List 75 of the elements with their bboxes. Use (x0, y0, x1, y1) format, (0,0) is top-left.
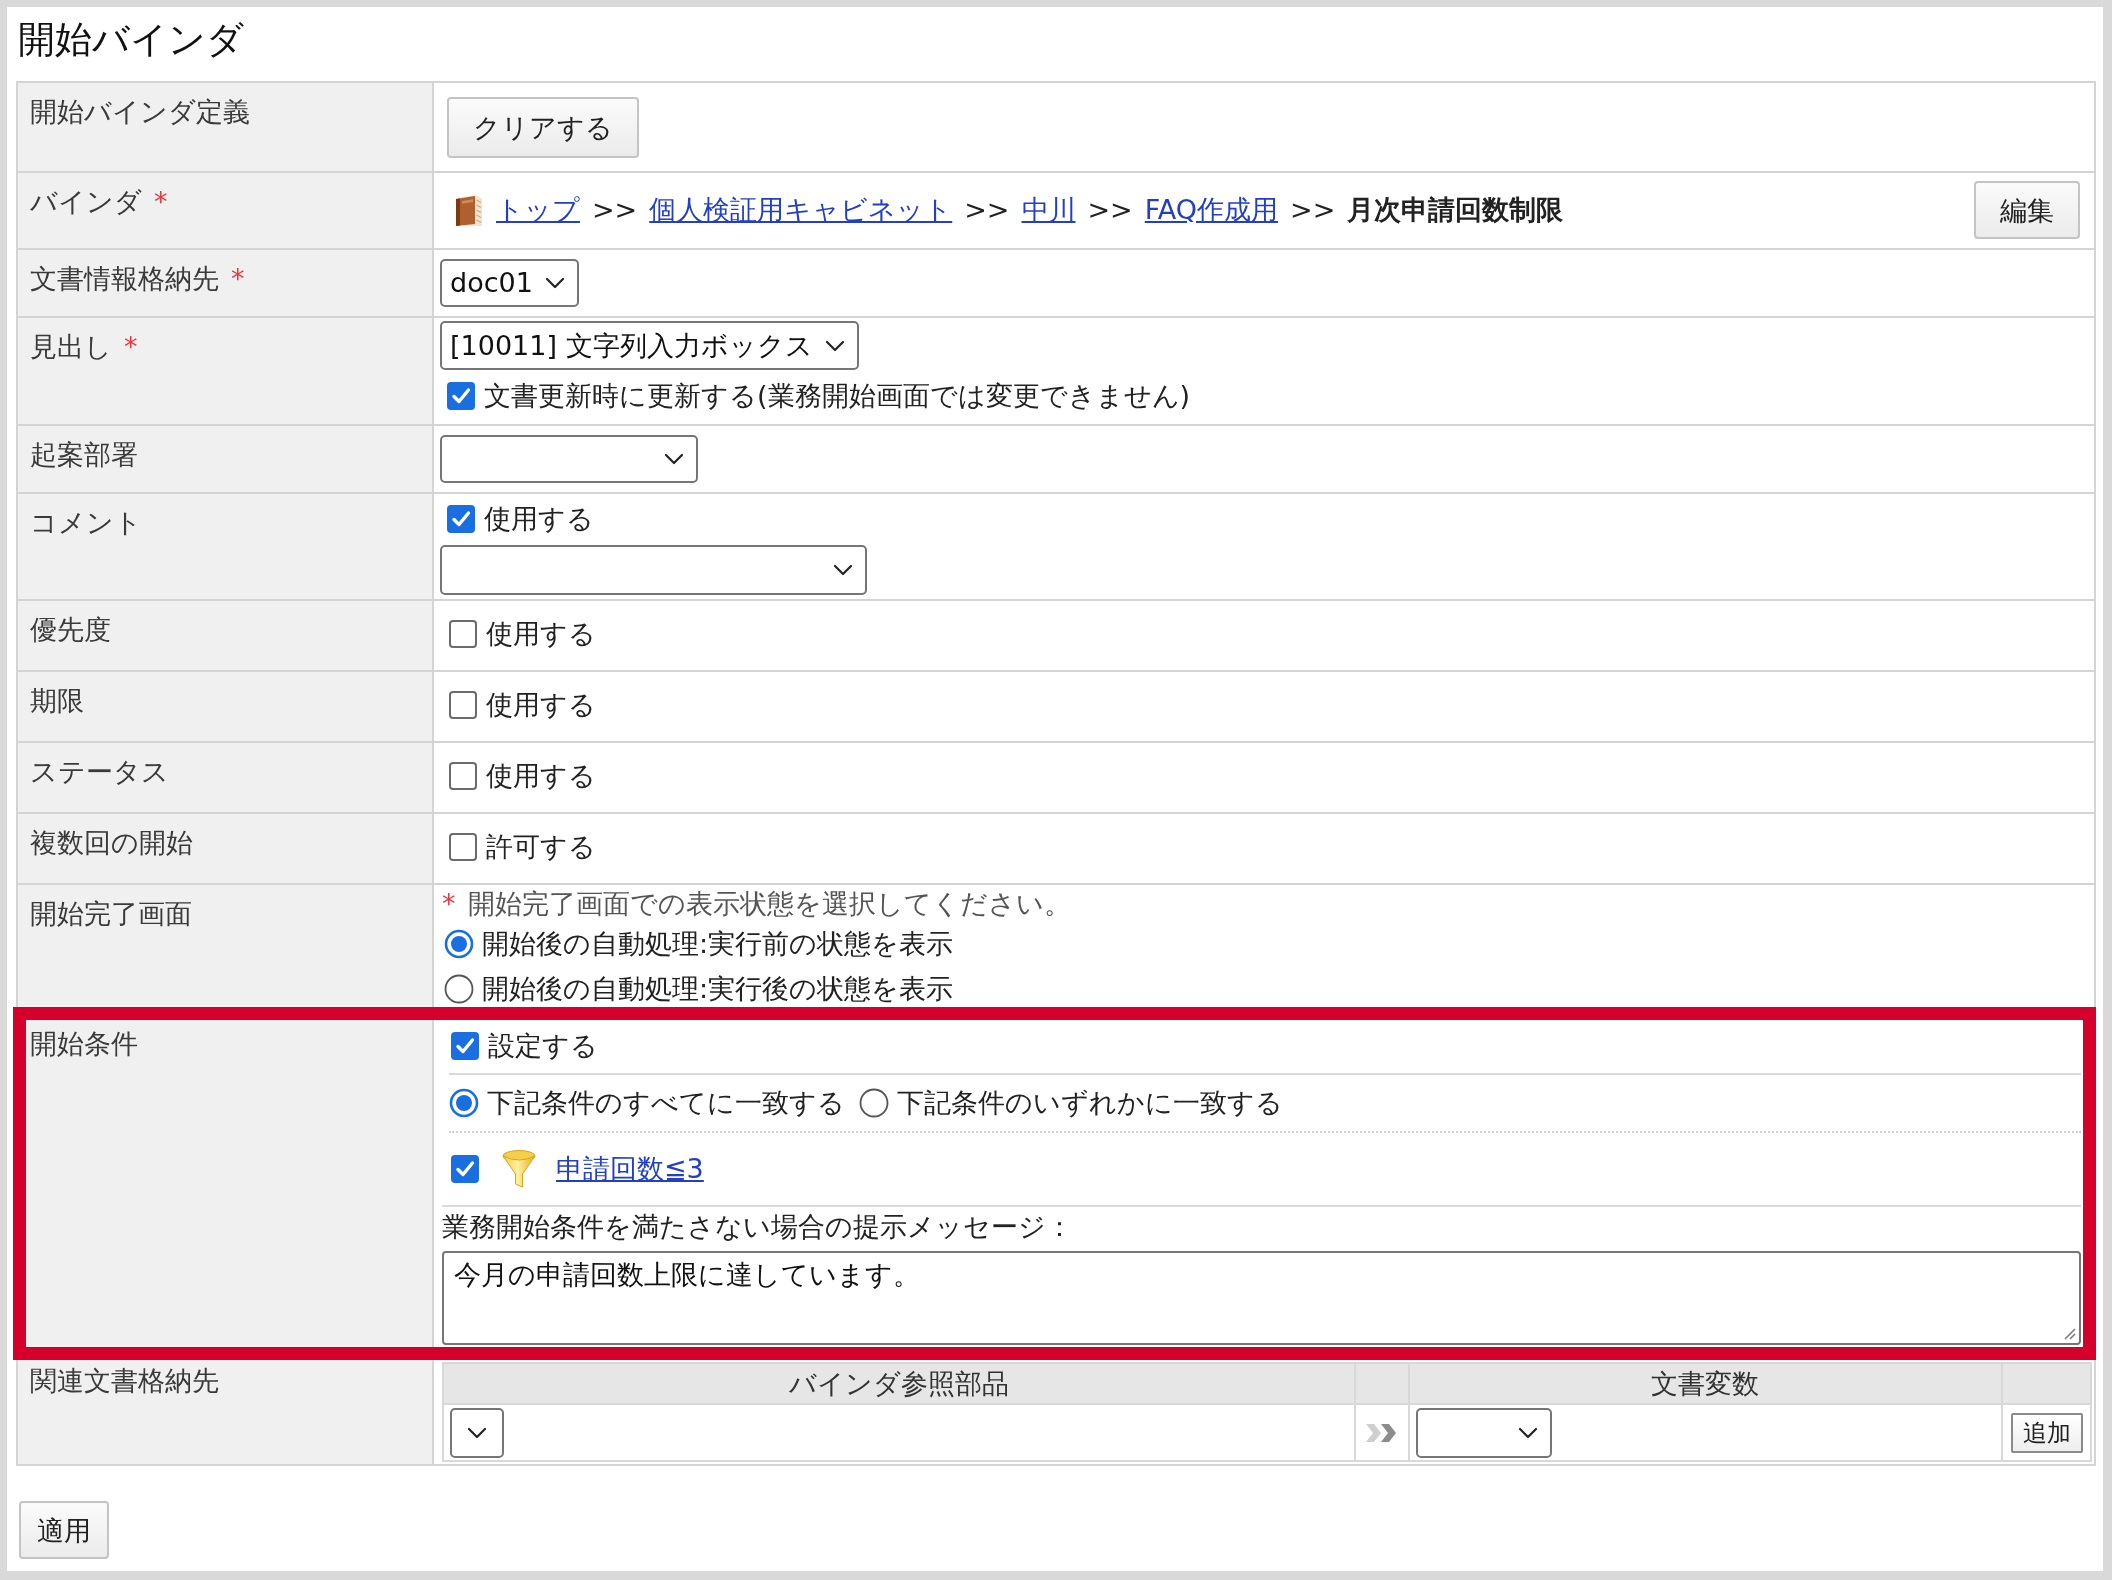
book-icon (454, 193, 484, 227)
page-title: 開始バインダ (17, 17, 244, 63)
dropdown-field[interactable]: [10011] 文字列入力ボックス (440, 321, 859, 370)
field-label: 開始条件 (30, 1028, 138, 1059)
field-label: 期限 (30, 685, 84, 716)
checkbox[interactable] (449, 762, 477, 790)
breadcrumb-link[interactable]: FAQ作成用 (1144, 192, 1279, 228)
field-label: 関連文書格納先 (30, 1365, 219, 1396)
apply-button[interactable]: 適用 (19, 1501, 109, 1559)
breadcrumb-link[interactable]: トップ (496, 192, 580, 228)
breadcrumb-separator: >> (592, 193, 638, 227)
radio-label: 下記条件のすべてに一致する (487, 1086, 845, 1120)
checkbox[interactable] (449, 620, 477, 648)
checkbox-label: 許可する (486, 830, 596, 864)
field-label: 見出し (30, 331, 112, 362)
edit-button[interactable]: 編集 (1974, 181, 2080, 239)
checkbox[interactable] (451, 1155, 479, 1183)
message-field[interactable]: 今月の申請回数上限に達しています。 (442, 1251, 2081, 1345)
dropdown-field[interactable] (440, 435, 698, 483)
checkbox[interactable] (449, 691, 477, 719)
column-header: 文書変数 (1651, 1366, 1760, 1401)
chevron-down-icon (833, 564, 853, 576)
column-header: バインダ参照部品 (788, 1366, 1009, 1401)
radio-label: 下記条件のいずれかに一致する (897, 1086, 1283, 1120)
breadcrumb-current: 月次申請回数制限 (1347, 193, 1564, 227)
dropdown-field[interactable]: doc01 (440, 259, 579, 307)
checkbox-label: 使用する (486, 688, 596, 722)
breadcrumb-separator: >> (964, 193, 1010, 227)
chevron-down-icon (664, 453, 684, 465)
resize-grip-icon[interactable] (2062, 1326, 2076, 1340)
funnel-icon (501, 1149, 537, 1189)
field-label: 開始完了画面 (30, 898, 192, 929)
chevron-down-icon (1517, 1426, 1538, 1439)
breadcrumb-link[interactable]: 個人検証用キャビネット (649, 192, 953, 228)
field-label: 開始バインダ定義 (30, 96, 250, 127)
checkbox[interactable] (451, 1032, 479, 1060)
radio-label: 開始後の自動処理:実行前の状態を表示 (482, 926, 954, 961)
breadcrumb-separator: >> (1087, 193, 1133, 227)
chevron-down-icon (544, 277, 565, 289)
dropdown-field[interactable] (440, 545, 867, 595)
checkbox[interactable] (449, 833, 477, 861)
checkbox-label: 使用する (484, 502, 594, 536)
radio-label: 開始後の自動処理:実行後の状態を表示 (482, 971, 954, 1006)
required-mark: * (442, 887, 456, 921)
field-label: 文書情報格納先 (30, 263, 219, 294)
radio-button[interactable] (859, 1088, 889, 1118)
checkbox[interactable] (447, 382, 475, 410)
field-label: 起案部署 (30, 439, 138, 470)
radio-button[interactable] (449, 1088, 479, 1118)
checkbox-label: 使用する (486, 759, 596, 793)
message-label: 業務開始条件を満たさない場合の提示メッセージ： (442, 1210, 1074, 1244)
required-mark: * (124, 331, 138, 362)
radio-button[interactable] (444, 928, 474, 959)
field-label: バインダ (30, 186, 142, 217)
required-mark: * (231, 263, 245, 294)
clear-button[interactable]: クリアする (447, 97, 639, 158)
radio-button[interactable] (444, 973, 474, 1004)
field-label: ステータス (30, 756, 169, 787)
checkbox[interactable] (447, 505, 475, 533)
dropdown-field[interactable] (1415, 1407, 1552, 1458)
breadcrumb-link[interactable]: 中川 (1021, 192, 1076, 228)
add-button[interactable]: 追加 (2010, 1412, 2083, 1453)
checkbox-label: 設定する (488, 1029, 598, 1063)
field-label: 複数回の開始 (30, 827, 193, 858)
chevron-down-icon (824, 339, 845, 352)
checkbox-label: 使用する (486, 617, 596, 651)
required-mark: * (154, 186, 168, 217)
breadcrumb-separator: >> (1290, 193, 1336, 227)
chevron-down-icon (467, 1426, 487, 1439)
hint-text: 開始完了画面での表示状態を選択してください。 (467, 887, 1071, 921)
checkbox-label: 文書更新時に更新する(業務開始画面では変更できません) (484, 379, 1191, 413)
dropdown-field[interactable] (450, 1407, 504, 1458)
field-label: コメント (30, 507, 142, 538)
condition-link[interactable]: 申請回数≦3 (556, 1151, 704, 1187)
field-label: 優先度 (30, 614, 111, 645)
